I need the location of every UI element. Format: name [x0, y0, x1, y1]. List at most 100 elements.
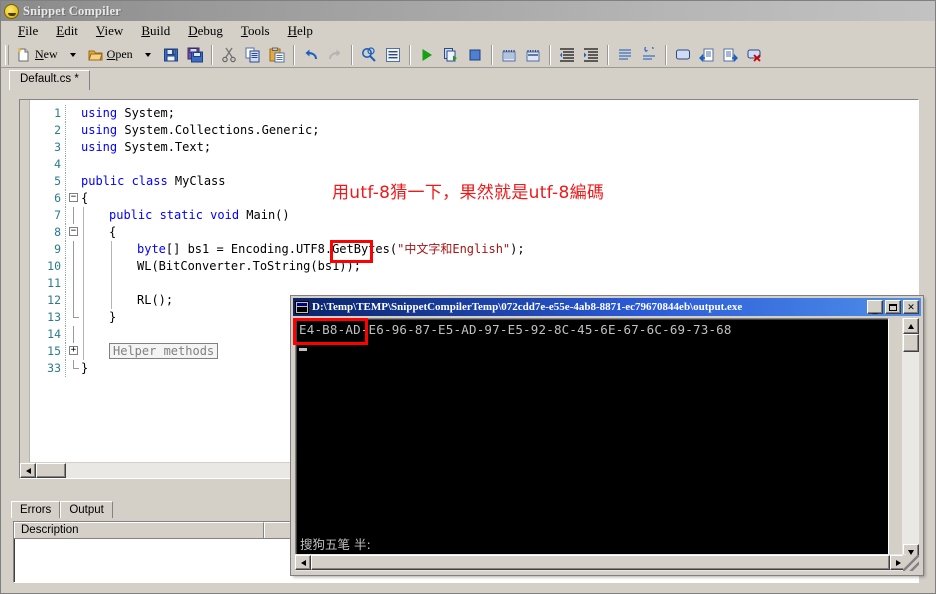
copy-button[interactable] [241, 44, 265, 66]
toolbar-separator-4 [408, 44, 411, 65]
stop-button[interactable] [463, 44, 487, 66]
line-number: 6 [54, 191, 61, 205]
fold-margin[interactable]: − [65, 224, 81, 241]
menu-help[interactable]: Help [279, 21, 322, 41]
snippet-out-button[interactable] [719, 44, 743, 66]
code-line[interactable]: 2 using System.Collections.Generic; [31, 122, 918, 139]
fold-margin[interactable] [65, 139, 81, 156]
code-line[interactable]: 3 using System.Text; [31, 139, 918, 156]
fold-margin[interactable] [65, 360, 81, 377]
fold-margin[interactable] [65, 309, 81, 326]
toolbar-separator-7 [606, 44, 609, 65]
code-line[interactable]: 9 byte[] bs1 = Encoding.UTF8.GetBytes("中文… [31, 241, 918, 258]
fold-expand-icon[interactable]: + [69, 346, 78, 355]
console-resize-grip[interactable] [903, 555, 919, 571]
document-tab-default-cs[interactable]: Default.cs * [9, 70, 90, 90]
undo-button[interactable] [299, 44, 323, 66]
fold-margin[interactable] [65, 292, 81, 309]
code-line[interactable]: 8− { [31, 224, 918, 241]
code-line[interactable]: 10 WL(BitConverter.ToString(bs1)); [31, 258, 918, 275]
fold-collapse-icon[interactable]: − [69, 193, 78, 202]
snippet-in-button[interactable] [695, 44, 719, 66]
console-window[interactable]: D:\Temp\TEMP\SnippetCompilerTemp\072cdd7… [290, 295, 924, 576]
new-button[interactable]: New [12, 44, 62, 66]
fold-collapse-icon[interactable]: − [69, 227, 78, 236]
console-vscroll-thumb[interactable] [902, 334, 919, 352]
console-close-button[interactable]: ✕ [903, 300, 919, 314]
snippet-in-icon [698, 47, 715, 63]
code-token: using [81, 123, 125, 137]
window-title: Snippet Compiler [23, 3, 121, 18]
fold-margin[interactable] [65, 258, 81, 275]
uncomment-button[interactable] [637, 44, 661, 66]
run-button[interactable] [415, 44, 439, 66]
menu-file[interactable]: File [9, 21, 47, 41]
console-titlebar[interactable]: D:\Temp\TEMP\SnippetCompilerTemp\072cdd7… [293, 298, 921, 316]
paste-button[interactable] [265, 44, 289, 66]
code-line[interactable]: 11 [31, 275, 918, 292]
fold-margin[interactable] [65, 207, 81, 224]
properties-button[interactable] [381, 44, 405, 66]
console-window-icon [295, 300, 309, 314]
fold-margin[interactable]: + [65, 343, 81, 360]
fold-margin[interactable] [65, 156, 81, 173]
fold-margin[interactable] [65, 275, 81, 292]
save-all-button[interactable] [183, 44, 207, 66]
run-step-button[interactable] [439, 44, 463, 66]
fold-margin[interactable] [65, 173, 81, 190]
fold-margin[interactable]: − [65, 190, 81, 207]
tab-output[interactable]: Output [60, 501, 113, 518]
console-scroll-left-button[interactable] [295, 555, 311, 570]
delete-snippet-button[interactable] [743, 44, 767, 66]
collapsed-region[interactable]: Helper methods [109, 343, 219, 359]
new-dropdown-button[interactable] [62, 44, 84, 66]
open-dropdown-button[interactable] [137, 44, 159, 66]
console-scroll-up-button[interactable] [902, 318, 919, 334]
toolbar-grip[interactable] [5, 44, 9, 65]
menu-view[interactable]: View [87, 21, 132, 41]
scroll-left-button[interactable] [20, 463, 36, 478]
editor-selection-margin [20, 100, 30, 478]
add-breakpoint-button[interactable] [497, 44, 521, 66]
console-horizontal-scrollbar[interactable] [295, 554, 906, 571]
fold-guide [73, 292, 74, 309]
column-description[interactable]: Description [14, 522, 264, 538]
fold-margin[interactable] [65, 105, 81, 122]
tab-errors[interactable]: Errors [11, 501, 61, 518]
editor-hscroll-thumb[interactable] [36, 463, 66, 478]
indent-guide [83, 275, 84, 292]
console-vertical-scrollbar[interactable] [902, 318, 919, 560]
console-minimize-button[interactable]: _ [867, 300, 883, 314]
fold-margin[interactable] [65, 326, 81, 343]
outdent-button[interactable] [579, 44, 603, 66]
redo-icon [327, 47, 343, 63]
find-button[interactable] [357, 44, 381, 66]
console-hscroll-thumb[interactable] [311, 555, 890, 570]
code-line[interactable]: 7 public static void Main() [31, 207, 918, 224]
console-output-line: E4-B8-AD-E6-96-87-E5-AD-97-E5-92-8C-45-6… [299, 322, 732, 337]
console-maximize-button[interactable] [885, 300, 901, 314]
comment-button[interactable] [613, 44, 637, 66]
code-line[interactable]: 1 using System; [31, 105, 918, 122]
code-text: WL(BitConverter.ToString(bs1)); [81, 258, 918, 275]
indent-button[interactable] [555, 44, 579, 66]
menu-tools[interactable]: Tools [232, 21, 279, 41]
code-token: { [109, 225, 117, 239]
cut-button[interactable] [217, 44, 241, 66]
save-button[interactable] [159, 44, 183, 66]
menu-edit[interactable]: Edit [47, 21, 87, 41]
console-window-buttons: _ ✕ [867, 300, 919, 314]
remove-breakpoints-button[interactable] [521, 44, 545, 66]
code-line[interactable]: 4 [31, 156, 918, 173]
console-screen[interactable]: E4-B8-AD-E6-96-87-E5-AD-97-E5-92-8C-45-6… [295, 318, 889, 560]
menu-debug[interactable]: Debug [179, 21, 232, 41]
fold-margin[interactable] [65, 241, 81, 258]
indent-guide [83, 292, 84, 309]
window-button[interactable] [671, 44, 695, 66]
open-button[interactable]: Open [84, 44, 137, 66]
fold-margin[interactable] [65, 122, 81, 139]
document-tabstrip: Default.cs * [1, 68, 935, 90]
window-titlebar[interactable]: Snippet Compiler [1, 1, 935, 21]
redo-button[interactable] [323, 44, 347, 66]
menu-build[interactable]: Build [132, 21, 179, 41]
